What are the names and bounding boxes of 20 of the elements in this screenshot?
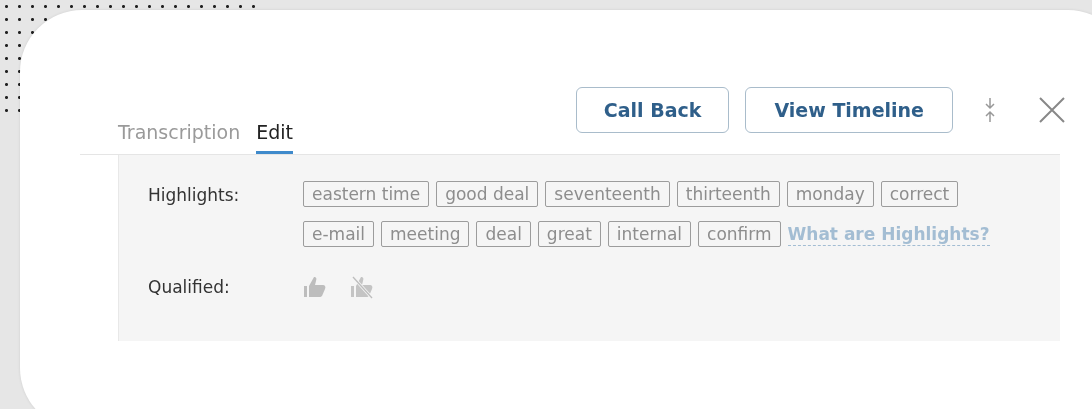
highlight-tag: thirteenth bbox=[676, 181, 780, 207]
highlight-tag: deal bbox=[476, 221, 531, 247]
highlight-tag: e-mail bbox=[303, 221, 375, 247]
highlight-tag: meeting bbox=[381, 221, 470, 247]
thumbs-down-crossed-icon[interactable] bbox=[349, 273, 375, 300]
qualified-label: Qualified: bbox=[148, 276, 231, 299]
highlight-tag: eastern time bbox=[303, 181, 430, 207]
view-timeline-button[interactable]: View Timeline bbox=[745, 87, 953, 133]
highlight-tag: great bbox=[537, 221, 601, 247]
collapse-icon[interactable] bbox=[983, 97, 997, 123]
close-icon[interactable] bbox=[1039, 97, 1065, 123]
thumbs-up-icon[interactable] bbox=[303, 274, 327, 299]
call-back-button[interactable]: Call Back bbox=[575, 87, 730, 133]
highlight-tag: confirm bbox=[698, 221, 781, 247]
highlight-tag: seventeenth bbox=[545, 181, 670, 207]
highlight-tag: internal bbox=[607, 221, 692, 247]
highlight-tag: monday bbox=[786, 181, 874, 207]
highlight-tag: good deal bbox=[436, 181, 539, 207]
highlights-label: Highlights: bbox=[148, 184, 241, 207]
highlight-tag: correct bbox=[880, 181, 959, 207]
